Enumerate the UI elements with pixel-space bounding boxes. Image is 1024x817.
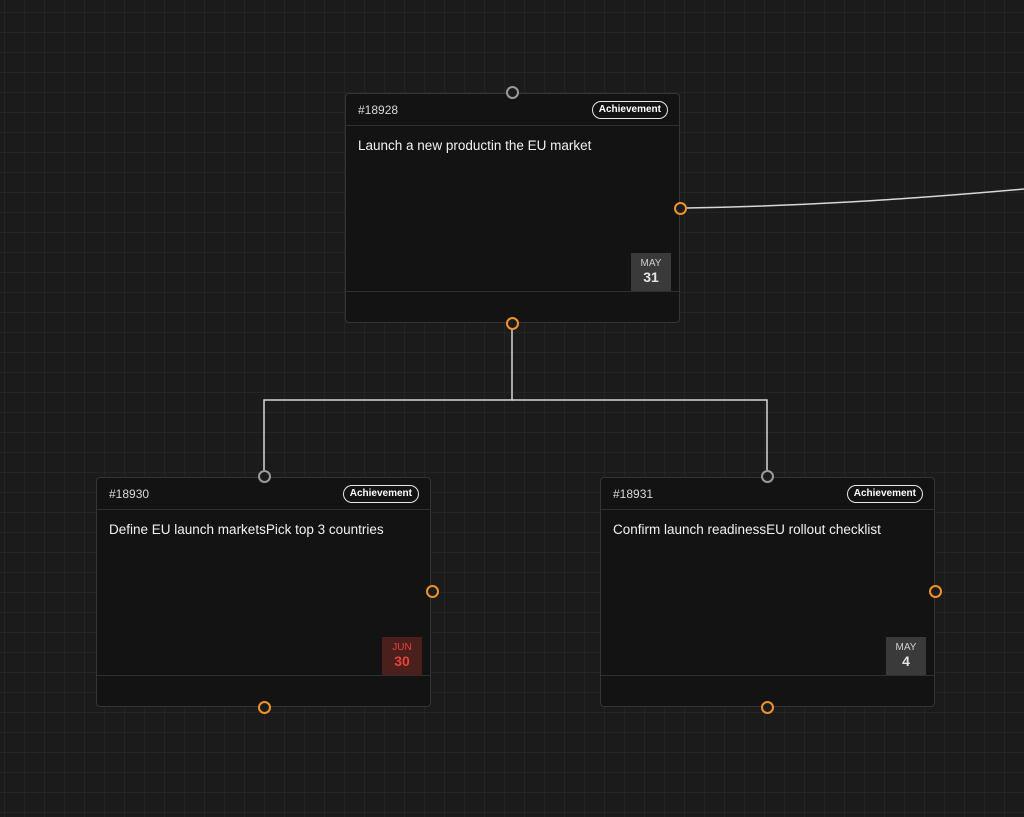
card-18931-right-handle[interactable]: [929, 585, 942, 598]
due-month: MAY: [640, 258, 662, 269]
card-id: #18930: [109, 486, 150, 501]
edge-to-card-18930[interactable]: [263, 330, 513, 470]
due-date-tag[interactable]: MAY 31: [631, 253, 671, 291]
card-18928-output-handle[interactable]: [506, 317, 519, 330]
edge-to-card-18931[interactable]: [512, 399, 768, 470]
card-18930-input-handle[interactable]: [258, 470, 271, 483]
card-id: #18928: [358, 102, 399, 117]
due-day: 4: [902, 653, 910, 669]
card-id: #18931: [613, 486, 654, 501]
card-18928-right-handle[interactable]: [674, 202, 687, 215]
card-title: Define EU launch marketsPick top 3 count…: [109, 522, 384, 537]
card-18928-input-handle[interactable]: [506, 86, 519, 99]
card-title: Confirm launch readinessEU rollout check…: [613, 522, 881, 537]
due-date-tag-overdue[interactable]: JUN 30: [382, 637, 422, 675]
due-date-tag[interactable]: MAY 4: [886, 637, 926, 675]
task-card-18931[interactable]: #18931 Achievement Confirm launch readin…: [600, 477, 935, 707]
due-month: JUN: [392, 642, 412, 653]
edge-right-offscreen[interactable]: [685, 188, 1024, 209]
type-badge[interactable]: Achievement: [591, 100, 668, 119]
task-card-18930[interactable]: #18930 Achievement Define EU launch mark…: [96, 477, 431, 707]
due-day: 30: [394, 653, 410, 669]
type-badge[interactable]: Achievement: [846, 484, 923, 503]
card-18931-output-handle[interactable]: [761, 701, 774, 714]
due-month: MAY: [895, 642, 917, 653]
due-day: 31: [643, 269, 659, 285]
task-card-18928[interactable]: #18928 Achievement Launch a new producti…: [345, 93, 680, 323]
type-badge[interactable]: Achievement: [342, 484, 419, 503]
card-18930-right-handle[interactable]: [426, 585, 439, 598]
card-18931-input-handle[interactable]: [761, 470, 774, 483]
card-18930-output-handle[interactable]: [258, 701, 271, 714]
card-title: Launch a new productin the EU market: [358, 138, 592, 153]
